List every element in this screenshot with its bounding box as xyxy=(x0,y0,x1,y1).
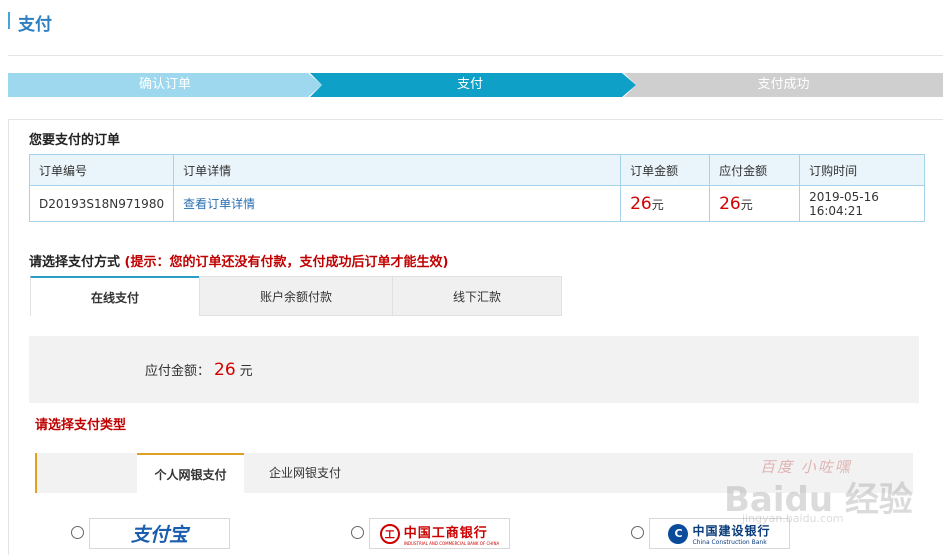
icbc-name-en: INDUSTRIAL AND COMMERCIAL BANK OF CHINA xyxy=(403,540,500,546)
table-header-row: 订单编号 订单详情 订单金额 应付金额 订购时间 xyxy=(28,154,925,186)
payment-method-title: 请选择支付方式 (提示：您的订单还没有付款，支付成功后订单才能生效) xyxy=(29,251,448,270)
alipay-radio[interactable] xyxy=(71,526,84,539)
icbc-logo-icon[interactable]: 工 中国工商银行 INDUSTRIAL AND COMMERCIAL BANK … xyxy=(369,518,510,549)
alipay-logo-text: 支付宝 xyxy=(130,524,188,546)
page-title: 支付 xyxy=(18,15,52,35)
due-amount-unit: 元 xyxy=(740,197,753,212)
page-header: 支付 xyxy=(8,8,943,56)
bank-option-alipay[interactable]: 支付宝 xyxy=(71,517,231,549)
order-time: 2019-05-16 16:04:21 xyxy=(799,185,925,222)
order-amount-unit: 元 xyxy=(651,197,664,212)
tab-offline-transfer[interactable]: 线下汇款 xyxy=(392,276,562,316)
col-order-detail: 订单详情 xyxy=(173,154,622,186)
icbc-emblem-icon: 工 xyxy=(379,523,400,544)
ccb-radio[interactable] xyxy=(631,526,644,539)
ccb-emblem-icon: C xyxy=(668,523,689,544)
ccb-name-en: China Construction Bank xyxy=(692,538,767,546)
alipay-logo-icon[interactable]: 支付宝 xyxy=(89,518,230,549)
progress-steps: 确认订单 支付 支付成功 xyxy=(8,73,943,97)
icbc-name: 中国工商银行 xyxy=(403,525,488,541)
due-amount: 26 xyxy=(719,193,741,214)
title-accent-bar xyxy=(8,12,10,29)
icbc-radio[interactable] xyxy=(351,526,364,539)
step-pay-success: 支付成功 xyxy=(624,73,943,97)
due-summary-unit: 元 xyxy=(239,364,253,379)
tab-enterprise-banking[interactable]: 企业网银支付 xyxy=(249,453,361,493)
order-no: D20193S18N971980 xyxy=(28,185,175,222)
order-section-title: 您要支付的订单 xyxy=(29,133,121,148)
step-confirm-order: 确认订单 xyxy=(8,73,322,97)
col-due-amount: 应付金额 xyxy=(709,154,801,186)
bank-option-ccb[interactable]: C 中国建设银行 China Construction Bank xyxy=(631,517,791,549)
bank-option-icbc[interactable]: 工 中国工商银行 INDUSTRIAL AND COMMERCIAL BANK … xyxy=(351,517,511,549)
due-label: 应付金额： xyxy=(145,364,211,379)
col-order-amount: 订单金额 xyxy=(620,154,711,186)
col-order-no: 订单编号 xyxy=(28,154,175,186)
payment-type-tabs: 个人网银支付 企业网银支付 xyxy=(35,453,913,493)
step-pay: 支付 xyxy=(310,73,636,97)
table-row: D20193S18N971980 查看订单详情 26元 26元 2019-05-… xyxy=(28,185,925,222)
ccb-logo-icon[interactable]: C 中国建设银行 China Construction Bank xyxy=(649,518,790,549)
order-amount: 26 xyxy=(630,193,652,214)
due-summary: 应付金额： 26 元 xyxy=(145,360,253,380)
view-order-detail-link[interactable]: 查看订单详情 xyxy=(183,197,255,211)
col-order-time: 订购时间 xyxy=(799,154,925,186)
due-summary-amount: 26 xyxy=(214,360,236,380)
ccb-name: 中国建设银行 xyxy=(692,523,771,538)
payment-hint: (提示：您的订单还没有付款，支付成功后订单才能生效) xyxy=(124,255,449,270)
payment-method-label: 请选择支付方式 xyxy=(29,255,121,270)
tab-balance-pay[interactable]: 账户余额付款 xyxy=(199,276,393,316)
order-table: 订单编号 订单详情 订单金额 应付金额 订购时间 D20193S18N97198… xyxy=(28,154,925,222)
due-amount-box: 应付金额： 26 元 xyxy=(29,336,919,403)
tab-personal-banking[interactable]: 个人网银支付 xyxy=(137,453,244,493)
tab-online-pay[interactable]: 在线支付 xyxy=(30,276,200,316)
payment-type-title: 请选择支付类型 xyxy=(35,418,127,433)
